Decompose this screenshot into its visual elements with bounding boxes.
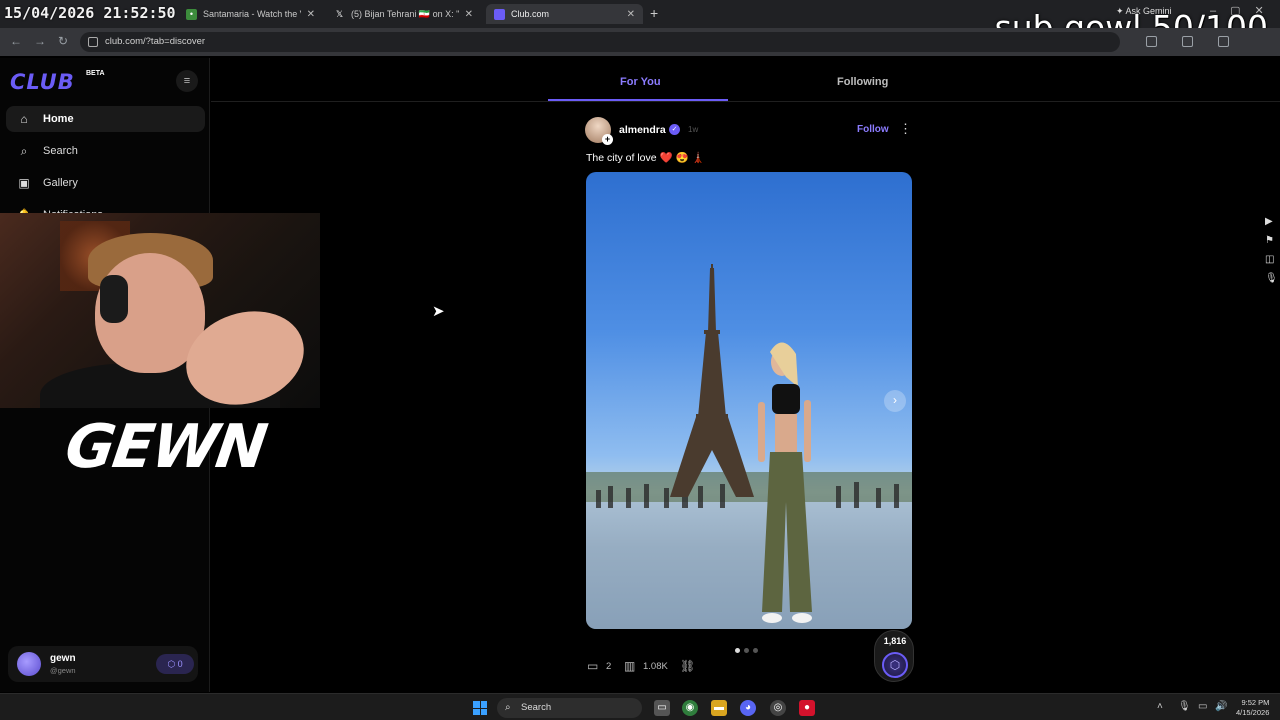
tab-label: Club.com bbox=[511, 9, 550, 19]
avatar bbox=[17, 652, 41, 676]
tab-favicon-icon: • bbox=[186, 8, 197, 20]
browser-tab-club[interactable]: Club.com ✕ bbox=[486, 4, 643, 24]
feed-tabs: For You Following bbox=[211, 58, 1280, 102]
profile-icon[interactable] bbox=[1218, 36, 1229, 47]
carousel-dots bbox=[735, 640, 762, 658]
search-icon: ⌕ bbox=[20, 143, 28, 158]
mic-icon[interactable]: 🎙 bbox=[1265, 273, 1278, 284]
play-icon[interactable]: ▶ bbox=[1265, 216, 1273, 227]
headset-icon bbox=[100, 275, 128, 323]
new-tab-button[interactable]: + bbox=[650, 5, 658, 21]
site-info-icon[interactable] bbox=[88, 37, 98, 47]
follow-plus-icon[interactable]: + bbox=[602, 134, 613, 145]
sidebar-item-home[interactable]: ⌂ Home bbox=[6, 106, 205, 132]
tab-label: (5) Bijan Tehrani 🇮🇷 on X: "@zac bbox=[351, 8, 459, 19]
chrome-icon[interactable]: ◉ bbox=[682, 700, 698, 716]
browser-side-panel-rail: ▶ ⚑ ◫ 🎙 bbox=[1262, 214, 1280, 290]
coin-balance-value: 0 bbox=[177, 659, 183, 669]
forward-arrow-icon[interactable]: → bbox=[34, 34, 46, 48]
club-logo[interactable]: CLUB bbox=[10, 70, 75, 94]
network-icon[interactable]: ▭ bbox=[1198, 701, 1207, 712]
home-icon: ⌂ bbox=[20, 112, 28, 126]
chat-icon[interactable]: ◫ bbox=[1265, 254, 1274, 265]
close-tab-icon[interactable]: ✕ bbox=[627, 9, 635, 20]
task-view-icon[interactable]: ▭ bbox=[654, 700, 670, 716]
views-icon: ▥ bbox=[624, 659, 636, 673]
browser-tab-x[interactable]: 𝕏 (5) Bijan Tehrani 🇮🇷 on X: "@zac ✕ bbox=[326, 4, 481, 24]
eiffel-tower-photo bbox=[586, 264, 912, 629]
clock-date: 4/15/2026 bbox=[1236, 708, 1270, 717]
menu-icon[interactable]: ≡ bbox=[176, 70, 198, 92]
coin-count: 1,816 bbox=[883, 636, 907, 646]
link-icon[interactable]: ⛓ bbox=[680, 659, 695, 673]
obs-icon[interactable]: ● bbox=[799, 700, 815, 716]
webcam-overlay bbox=[0, 213, 320, 408]
taskbar-search[interactable]: ⌕ Search bbox=[497, 698, 642, 718]
mouse-cursor-icon: ➤ bbox=[432, 303, 445, 320]
microphone-icon[interactable]: 🎙 bbox=[1178, 701, 1191, 712]
file-explorer-icon[interactable]: ▬ bbox=[711, 700, 727, 716]
url-input[interactable]: club.com/?tab=discover bbox=[80, 32, 1120, 52]
downloads-icon[interactable] bbox=[1182, 36, 1193, 47]
sidebar-item-gallery[interactable]: ▣ Gallery bbox=[6, 170, 205, 196]
coin-balance-badge[interactable]: ⬡ 0 bbox=[156, 654, 194, 674]
club-favicon-icon bbox=[494, 8, 505, 20]
post-caption: The city of love ❤️ 😍 🗼 bbox=[586, 152, 705, 164]
system-clock[interactable]: 9:52 PM 4/15/2026 bbox=[1236, 698, 1269, 718]
browser-tab-santamaria[interactable]: • Santamaria - Watch the VOD o ✕ bbox=[178, 4, 323, 24]
tab-following[interactable]: Following bbox=[837, 76, 888, 88]
reload-icon[interactable]: ↻ bbox=[58, 34, 68, 48]
verified-badge-icon: ✓ bbox=[669, 124, 680, 135]
gallery-icon: ▣ bbox=[18, 176, 30, 190]
volume-icon[interactable]: 🔊 bbox=[1215, 701, 1227, 712]
comment-count: 2 bbox=[606, 661, 612, 672]
sidebar-item-search[interactable]: ⌕ Search bbox=[6, 138, 205, 164]
club-coin-icon: ⬡ bbox=[882, 652, 908, 678]
post-image[interactable] bbox=[586, 172, 912, 629]
tab-label: Santamaria - Watch the VOD o bbox=[203, 9, 301, 19]
profile-card[interactable]: gewn @gewn ⬡ 0 bbox=[8, 646, 198, 682]
bookmark-icon[interactable]: ⚑ bbox=[1265, 235, 1274, 246]
more-options-icon[interactable]: ⋮ bbox=[899, 121, 912, 137]
x-logo-icon: 𝕏 bbox=[335, 8, 344, 19]
carousel-dot[interactable] bbox=[744, 648, 749, 653]
comment-icon[interactable]: ▭ bbox=[587, 659, 598, 673]
sidebar-item-label: Search bbox=[43, 145, 78, 157]
post-time: 1w bbox=[688, 125, 699, 134]
url-text: club.com/?tab=discover bbox=[105, 36, 206, 47]
sidebar-item-label: Gallery bbox=[43, 177, 78, 189]
sidebar-item-label: Home bbox=[43, 113, 74, 125]
close-tab-icon[interactable]: ✕ bbox=[307, 9, 315, 20]
clock-time: 9:52 PM bbox=[1241, 698, 1270, 707]
streamer-logo: GEWN bbox=[61, 412, 270, 482]
profile-name: gewn bbox=[50, 653, 76, 664]
app-icon[interactable]: ◎ bbox=[770, 700, 786, 716]
back-arrow-icon[interactable]: ← bbox=[10, 34, 22, 48]
tab-for-you[interactable]: For You bbox=[620, 76, 661, 88]
close-tab-icon[interactable]: ✕ bbox=[465, 9, 473, 20]
windows-taskbar: ⌕ Search ▭ ◉ ▬ ◕ ◎ ● ˄ 🎙 ▭ 🔊 9:52 PM 4/1… bbox=[0, 693, 1280, 720]
stream-timestamp: 15/04/2026 21:52:50 bbox=[4, 4, 176, 22]
tray-chevron-icon[interactable]: ˄ bbox=[1157, 701, 1163, 712]
tip-coin-button[interactable]: 1,816 ⬡ bbox=[874, 630, 914, 682]
views-count: 1.08K bbox=[643, 661, 668, 672]
carousel-next-icon[interactable]: › bbox=[884, 390, 906, 412]
discord-icon[interactable]: ◕ bbox=[740, 700, 756, 716]
carousel-dot[interactable] bbox=[735, 648, 740, 653]
active-tab-indicator bbox=[548, 99, 728, 101]
address-bar-row: ← → ↻ club.com/?tab=discover bbox=[0, 28, 1280, 56]
taskbar-search-label: Search bbox=[521, 702, 552, 713]
post-author-name[interactable]: almendra bbox=[619, 124, 666, 136]
search-icon: ⌕ bbox=[505, 702, 511, 713]
carousel-dot[interactable] bbox=[753, 648, 758, 653]
windows-start-icon[interactable] bbox=[473, 701, 487, 715]
beta-badge: BETA bbox=[86, 70, 105, 77]
profile-handle: @gewn bbox=[50, 666, 76, 675]
extension-icon[interactable] bbox=[1146, 36, 1157, 47]
follow-button[interactable]: Follow bbox=[857, 124, 889, 135]
